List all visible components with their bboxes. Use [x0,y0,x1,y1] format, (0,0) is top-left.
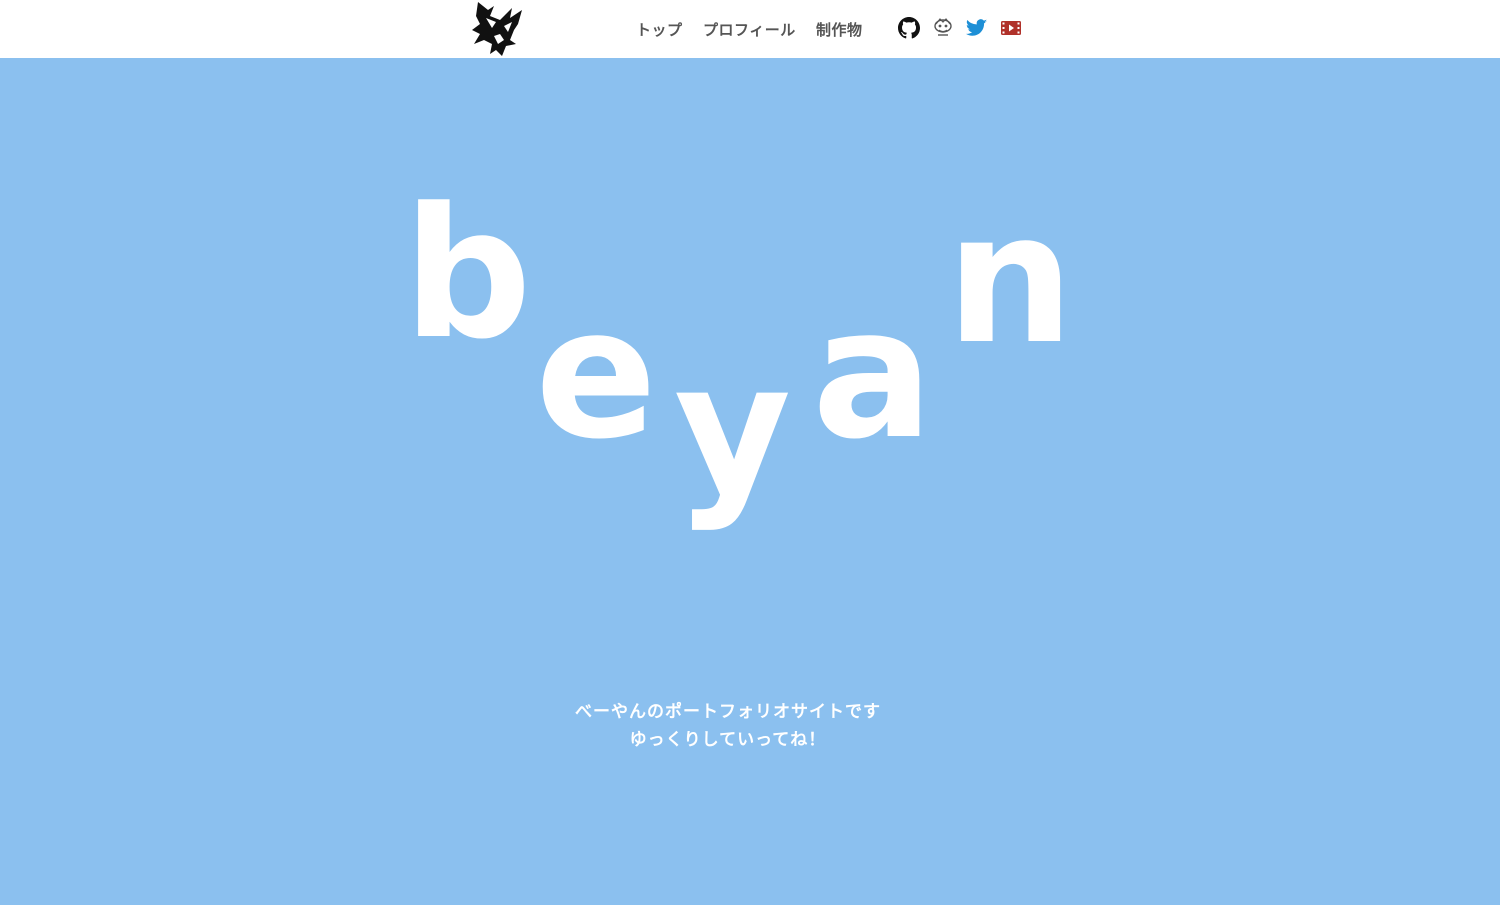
hero-letter-b: b [403,170,532,379]
hero-letter-y: y [674,325,792,534]
twitter-icon[interactable] [966,17,988,39]
site-header: トップ プロフィール 制作物 [0,0,1500,58]
wolf-logo[interactable] [466,0,532,58]
nav-profile[interactable]: プロフィール [703,19,796,40]
hero-letter-e: e [535,270,658,479]
mascot-icon[interactable] [932,17,954,39]
github-icon[interactable] [898,17,920,39]
video-icon[interactable] [1000,17,1022,39]
hero-letter-n: n [946,175,1075,384]
tagline-line-1: べーやんのポートフォリオサイトです [575,702,881,722]
hero-letter-a: a [812,270,934,479]
nav-top[interactable]: トップ [636,19,683,40]
nav-works[interactable]: 制作物 [816,19,863,40]
tagline-line-2: ゆっくりしていってね！ [629,730,827,750]
